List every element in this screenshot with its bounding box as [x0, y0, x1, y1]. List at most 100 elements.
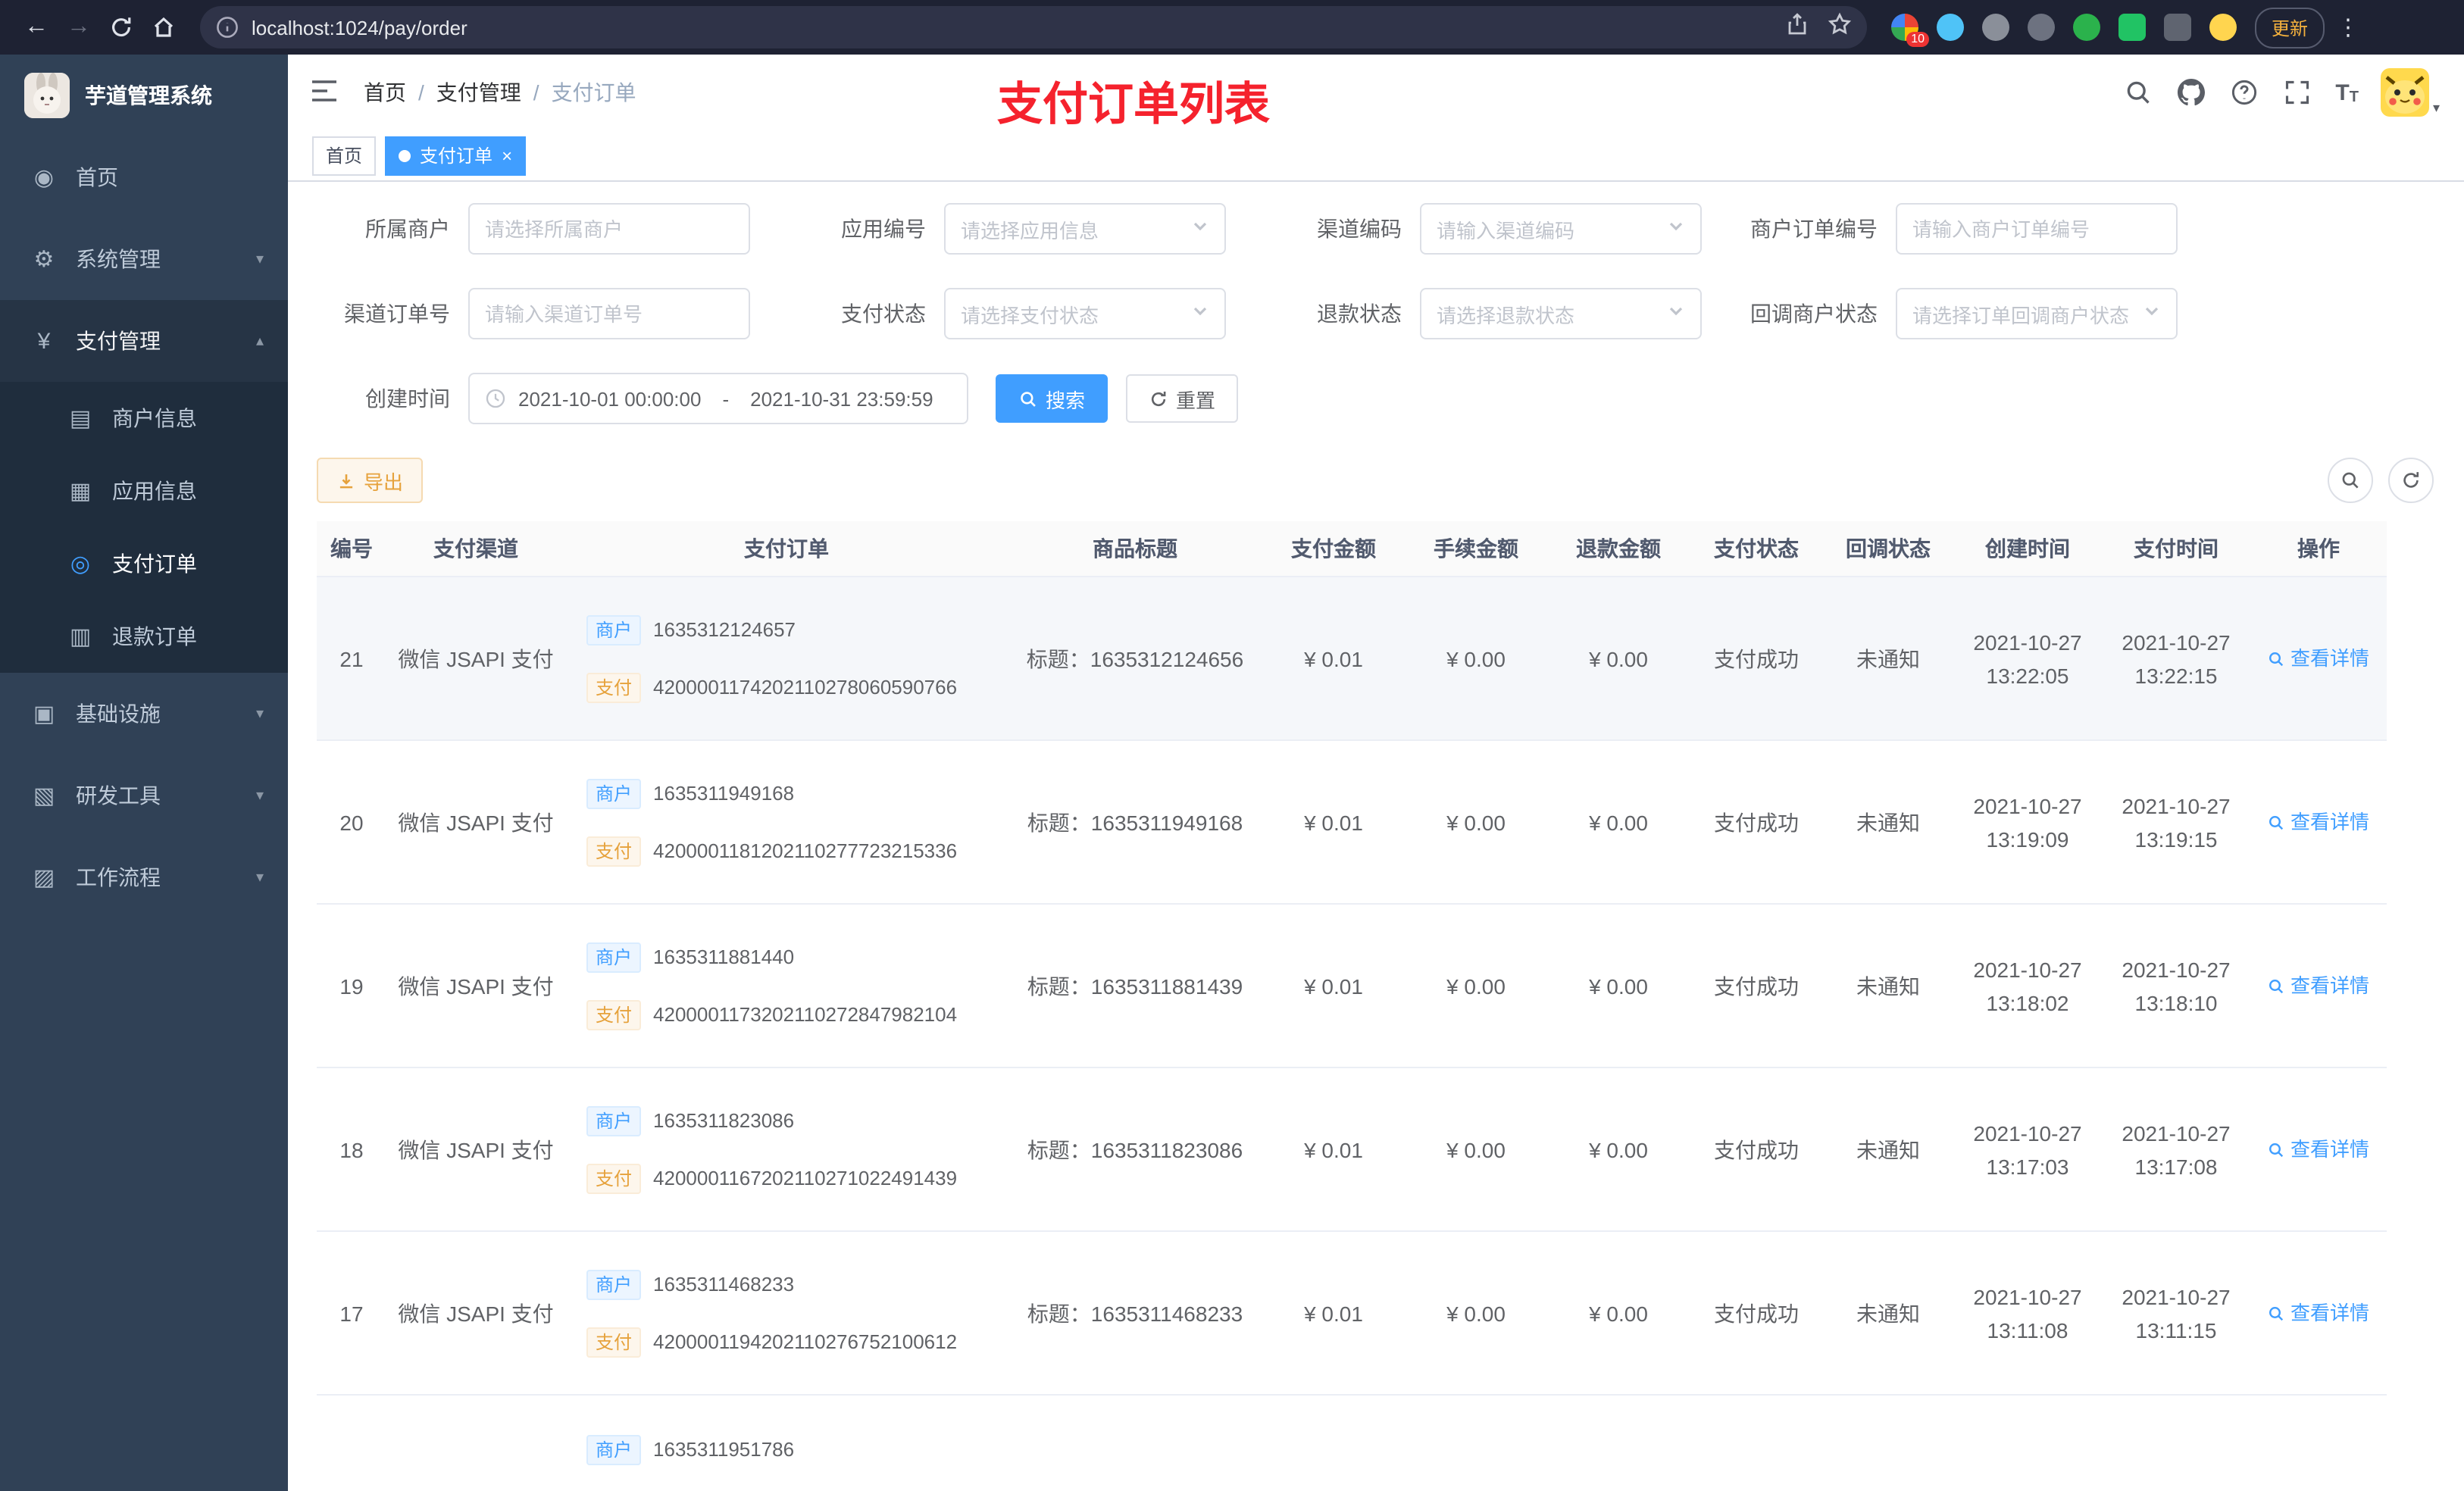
- extension-icon-gray-2[interactable]: [2028, 14, 2055, 41]
- view-detail-link[interactable]: 查看详情: [2268, 642, 2369, 675]
- pay-time-cell: 2021-10-27 13:18:10: [2102, 905, 2250, 1067]
- workflow-icon: ▨: [33, 865, 55, 891]
- pay-time: 13:11:15: [2135, 1318, 2217, 1342]
- refresh-table-icon[interactable]: [2388, 458, 2434, 503]
- extension-icon-green-square[interactable]: [2118, 14, 2146, 41]
- app-no-select[interactable]: 请选择应用信息: [944, 203, 1226, 255]
- sidebar-item-app-info[interactable]: ▦ 应用信息: [0, 455, 288, 527]
- view-detail-link[interactable]: 查看详情: [2268, 805, 2369, 839]
- sidebar-item-home[interactable]: ◉ 首页: [0, 136, 288, 218]
- fullscreen-icon[interactable]: [2282, 77, 2312, 108]
- end-date-value[interactable]: 2021-10-31 23:59:59: [750, 387, 933, 410]
- extension-icon-emoji[interactable]: [2209, 14, 2237, 41]
- help-icon[interactable]: [2229, 77, 2259, 108]
- extension-icon-gray-1[interactable]: [1982, 14, 2009, 41]
- pay-order-line: 支付 4200001167202110271022491439: [586, 1161, 957, 1195]
- merchant-order-line: 商户 1635311823086: [586, 1104, 794, 1137]
- url-text[interactable]: localhost:1024/pay/order: [252, 16, 1785, 39]
- merchant-order-no: 1635311949168: [653, 781, 795, 804]
- callback-status-select[interactable]: 请选择订单回调商户状态: [1896, 288, 2178, 339]
- merchant-order-no-field[interactable]: [1912, 217, 2161, 240]
- download-icon: [339, 474, 353, 488]
- channel-order-no-input[interactable]: [468, 288, 750, 339]
- tab-pay-order[interactable]: 支付订单 ×: [385, 136, 527, 175]
- address-bar[interactable]: localhost:1024/pay/order: [200, 6, 1867, 48]
- sidebar-collapse-icon[interactable]: [309, 76, 342, 109]
- filter-app-no: 应用编号 请选择应用信息: [793, 203, 1244, 255]
- close-icon[interactable]: ×: [502, 146, 512, 164]
- filter-refund-status: 退款状态 请选择退款状态: [1268, 288, 1720, 339]
- search-button[interactable]: 搜索: [996, 374, 1108, 423]
- column-header: 操作: [2297, 536, 2340, 561]
- create-time: 13:22:05: [1986, 663, 2069, 687]
- pay-date: 2021-10-27: [2122, 957, 2231, 981]
- reset-button[interactable]: 重置: [1126, 374, 1239, 423]
- extension-icon-blue-drop[interactable]: [1937, 14, 1964, 41]
- merchant-order-no-input[interactable]: [1896, 203, 2178, 255]
- avatar[interactable]: [2381, 68, 2430, 117]
- font-size-icon[interactable]: TT: [2335, 80, 2359, 105]
- home-icon[interactable]: [142, 6, 185, 48]
- sidebar-item-pay[interactable]: ¥ 支付管理 ▴: [0, 300, 288, 382]
- merchant-tag: 商户: [586, 1105, 642, 1136]
- fee-amount-cell: ¥ 0.00: [1446, 810, 1506, 834]
- channel-order-no-field[interactable]: [485, 302, 733, 325]
- sidebar-item-infrastructure[interactable]: ▣ 基础设施 ▾: [0, 673, 288, 755]
- tab-home[interactable]: 首页: [312, 136, 377, 175]
- merchant-tag: 商户: [586, 1269, 642, 1299]
- reset-button-label: 重置: [1176, 389, 1216, 411]
- extension-icon-green-circle[interactable]: [2073, 14, 2100, 41]
- pay-order-line: 支付 4200001173202110272847982104: [586, 998, 957, 1031]
- merchant-input-field[interactable]: [485, 217, 733, 240]
- pay-channel-cell: 微信 JSAPI 支付: [398, 646, 554, 670]
- search-icon[interactable]: [2123, 77, 2153, 108]
- sidebar-item-system[interactable]: ⚙ 系统管理 ▾: [0, 218, 288, 300]
- share-icon[interactable]: [1785, 11, 1809, 43]
- browser-update-button[interactable]: 更新: [2255, 7, 2325, 48]
- create-time-range-picker[interactable]: 2021-10-01 00:00:00 - 2021-10-31 23:59:5…: [468, 373, 968, 424]
- reload-icon[interactable]: [100, 6, 142, 48]
- export-button[interactable]: 导出: [317, 458, 424, 503]
- sidebar-item-label: 支付订单: [112, 552, 197, 576]
- merchant-input[interactable]: [468, 203, 750, 255]
- browser-menu-icon[interactable]: ⋮: [2337, 14, 2359, 41]
- pay-status-select[interactable]: 请选择支付状态: [944, 288, 1226, 339]
- sidebar-item-label: 系统管理: [76, 247, 161, 271]
- start-date-value[interactable]: 2021-10-01 00:00:00: [518, 387, 701, 410]
- sidebar-item-devtools[interactable]: ▧ 研发工具 ▾: [0, 755, 288, 836]
- view-detail-link[interactable]: 查看详情: [2268, 1133, 2369, 1166]
- create-date: 2021-10-27: [1973, 793, 2082, 817]
- sidebar-item-refund-order[interactable]: ▥ 退款订单: [0, 600, 288, 673]
- extension-icon-colors[interactable]: 10: [1891, 14, 1929, 47]
- order-id-cell: 20: [339, 810, 364, 834]
- sidebar-item-merchant-info[interactable]: ▤ 商户信息: [0, 382, 288, 455]
- sidebar-item-workflow[interactable]: ▨ 工作流程 ▾: [0, 836, 288, 918]
- column-header: 支付金额: [1291, 536, 1376, 561]
- table-row: 19 微信 JSAPI 支付 商户 1635311881440 支付 42000…: [317, 905, 2387, 1068]
- sidebar-item-pay-order[interactable]: ◎ 支付订单: [0, 527, 288, 600]
- view-detail-link[interactable]: 查看详情: [2268, 969, 2369, 1002]
- pay-status-cell: 支付成功: [1714, 810, 1799, 834]
- toggle-search-icon[interactable]: [2328, 458, 2373, 503]
- back-icon[interactable]: ←: [15, 6, 58, 48]
- chevron-down-icon: [2143, 300, 2161, 327]
- breadcrumb-section[interactable]: 支付管理: [436, 77, 521, 108]
- tab-label: 支付订单: [420, 145, 493, 167]
- breadcrumb-home[interactable]: 首页: [364, 77, 406, 108]
- user-menu[interactable]: ▾: [2381, 68, 2440, 117]
- channel-code-select[interactable]: 请输入渠道编码: [1420, 203, 1702, 255]
- page-title: 支付订单列表: [997, 80, 1270, 130]
- breadcrumb-current: 支付订单: [551, 80, 636, 105]
- bookmark-star-icon[interactable]: [1828, 11, 1852, 43]
- refresh-icon: [1151, 390, 1166, 406]
- extensions-puzzle-icon[interactable]: [2164, 14, 2191, 41]
- pay-tag: 支付: [586, 999, 642, 1030]
- order-id-cell: 21: [339, 646, 364, 670]
- refund-status-select[interactable]: 请选择退款状态: [1420, 288, 1702, 339]
- site-info-icon[interactable]: [215, 15, 239, 39]
- view-detail-link[interactable]: 查看详情: [2268, 1296, 2369, 1330]
- logo[interactable]: 芋道管理系统: [0, 55, 288, 136]
- github-icon[interactable]: [2176, 77, 2206, 108]
- notify-status-cell: 未通知: [1856, 974, 1920, 998]
- forward-icon[interactable]: →: [58, 6, 100, 48]
